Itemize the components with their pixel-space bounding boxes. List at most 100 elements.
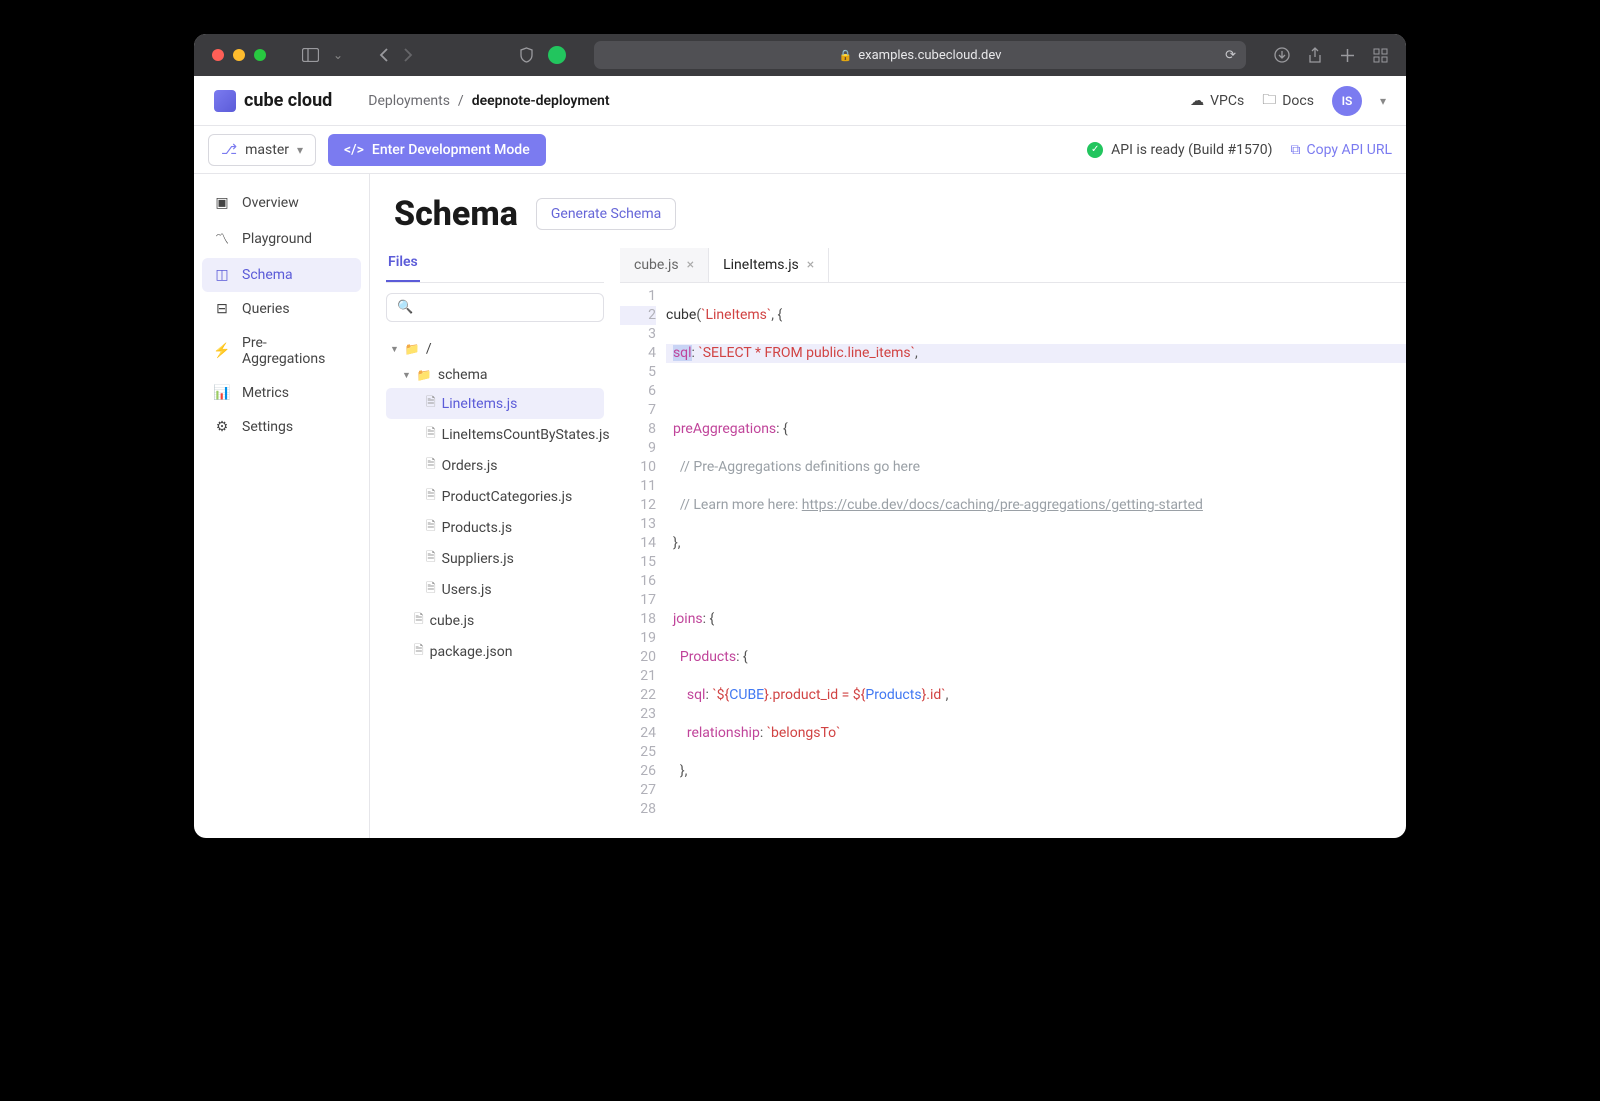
tabs-overview-icon[interactable] [1373, 48, 1388, 63]
gear-icon: ⚙ [214, 419, 230, 435]
code-lines: cube(`LineItems`, { sql: `SELECT * FROM … [666, 283, 1406, 838]
chevron-down-icon[interactable]: ⌄ [333, 48, 343, 62]
git-branch-icon: ⎇ [221, 142, 237, 158]
breadcrumb-separator: / [458, 93, 464, 109]
nav-overview[interactable]: ▣Overview [202, 186, 361, 220]
nav-preagg[interactable]: ⚡Pre-Aggregations [202, 326, 361, 376]
copy-label: Copy API URL [1307, 142, 1392, 158]
triangle-down-icon: ▼ [390, 344, 399, 355]
api-status: ✓ API is ready (Build #1570) [1087, 142, 1272, 158]
sidebar-nav: ▣Overview 〽Playground ◫Schema ⊟Queries ⚡… [194, 174, 370, 838]
back-button[interactable] [379, 48, 389, 62]
file-icon: 🗎 [414, 641, 424, 662]
search-icon: 🔍 [397, 300, 413, 315]
breadcrumb: Deployments / deepnote-deployment [368, 93, 609, 109]
nav-schema[interactable]: ◫Schema [202, 258, 361, 292]
code-icon: </> [344, 142, 364, 158]
reload-icon[interactable]: ⟳ [1225, 48, 1236, 63]
file-icon: 🗎 [414, 610, 424, 631]
tree-file-productcategories[interactable]: 🗎ProductCategories.js [386, 481, 604, 512]
dev-mode-label: Enter Development Mode [372, 142, 530, 158]
tab-lineitems[interactable]: LineItems.js× [709, 248, 829, 282]
code-area[interactable]: 1234567891011121314151617181920212223242… [620, 283, 1406, 838]
status-text: API is ready (Build #1570) [1111, 142, 1272, 158]
files-panel: Files 🔍 ▼📁/ ▼📁schema 🗎LineItems.js 🗎Line… [370, 248, 620, 838]
tree-file-cube[interactable]: 🗎cube.js [386, 605, 604, 636]
tree-file-suppliers[interactable]: 🗎Suppliers.js [386, 543, 604, 574]
address-bar[interactable]: 🔒 examples.cubecloud.dev ⟳ [594, 41, 1246, 69]
tree-file-package[interactable]: 🗎package.json [386, 636, 604, 667]
toolbar: ⎇ master ▾ </> Enter Development Mode ✓ … [194, 126, 1406, 174]
queries-icon: ⊟ [214, 301, 230, 317]
avatar[interactable]: IS [1332, 86, 1362, 116]
metrics-icon: 📊 [214, 385, 230, 401]
folder-icon: 📁 [405, 342, 420, 356]
playground-icon: 〽 [214, 229, 230, 249]
user-menu-chevron-icon[interactable]: ▾ [1380, 94, 1386, 108]
line-gutter: 1234567891011121314151617181920212223242… [620, 283, 666, 838]
vpcs-label: VPCs [1210, 93, 1244, 109]
overview-icon: ▣ [214, 195, 230, 211]
tree-file-lineitems[interactable]: 🗎LineItems.js [386, 388, 604, 419]
close-tab-icon[interactable]: × [807, 257, 814, 273]
tree-file-lineitemscount[interactable]: 🗎LineItemsCountByStates.js [386, 419, 604, 450]
breadcrumb-root[interactable]: Deployments [368, 93, 450, 109]
browser-window: ⌄ 🔒 examples.cubecloud.dev ⟳ cube cloud [194, 34, 1406, 838]
lock-icon: 🔒 [839, 49, 853, 62]
copy-icon: ⧉ [1291, 142, 1301, 158]
chevron-down-icon: ▾ [297, 143, 303, 157]
file-icon: 🗎 [426, 393, 436, 414]
minimize-window-button[interactable] [233, 49, 245, 61]
tree-file-users[interactable]: 🗎Users.js [386, 574, 604, 605]
new-tab-icon[interactable] [1340, 48, 1355, 63]
nav-settings[interactable]: ⚙Settings [202, 410, 361, 444]
tree-root[interactable]: ▼📁/ [386, 336, 604, 362]
editor-tabs: cube.js× LineItems.js× [620, 248, 1406, 283]
logo-cube-icon [214, 90, 236, 112]
file-icon: 🗎 [426, 517, 436, 538]
url-text: examples.cubecloud.dev [858, 48, 1001, 63]
downloads-icon[interactable] [1274, 47, 1290, 63]
file-icon: 🗎 [426, 548, 436, 569]
breadcrumb-current[interactable]: deepnote-deployment [472, 93, 610, 109]
tree-file-products[interactable]: 🗎Products.js [386, 512, 604, 543]
triangle-down-icon: ▼ [402, 370, 411, 381]
generate-schema-button[interactable]: Generate Schema [536, 198, 676, 230]
close-window-button[interactable] [212, 49, 224, 61]
file-search-input[interactable]: 🔍 [386, 293, 604, 322]
bolt-icon: ⚡ [214, 343, 230, 359]
status-ok-icon: ✓ [1087, 142, 1103, 158]
branch-name: master [245, 142, 289, 158]
shield-icon[interactable] [519, 47, 534, 63]
nav-playground[interactable]: 〽Playground [202, 220, 361, 258]
file-icon: 🗎 [426, 579, 436, 600]
folder-icon: 📁 [417, 368, 432, 382]
logo[interactable]: cube cloud [214, 90, 332, 112]
tab-cube[interactable]: cube.js× [620, 248, 709, 282]
share-icon[interactable] [1308, 47, 1322, 64]
maximize-window-button[interactable] [254, 49, 266, 61]
forward-button[interactable] [403, 48, 413, 62]
extension-icon[interactable] [548, 46, 566, 64]
app-header: cube cloud Deployments / deepnote-deploy… [194, 76, 1406, 126]
cloud-icon: ☁ [1190, 93, 1204, 109]
branch-selector[interactable]: ⎇ master ▾ [208, 134, 316, 166]
tree-folder-schema[interactable]: ▼📁schema [386, 362, 604, 388]
page-header: Schema Generate Schema [370, 174, 1406, 248]
logo-text: cube cloud [244, 90, 332, 111]
docs-label: Docs [1282, 93, 1314, 109]
vpcs-link[interactable]: ☁ VPCs [1190, 93, 1244, 109]
close-tab-icon[interactable]: × [687, 257, 694, 273]
docs-link[interactable]: 🗀 Docs [1262, 89, 1314, 113]
nav-queries[interactable]: ⊟Queries [202, 292, 361, 326]
nav-metrics[interactable]: 📊Metrics [202, 376, 361, 410]
files-tab[interactable]: Files [386, 248, 420, 282]
file-icon: 🗎 [426, 424, 436, 445]
enter-dev-mode-button[interactable]: </> Enter Development Mode [328, 134, 546, 166]
file-tree: ▼📁/ ▼📁schema 🗎LineItems.js 🗎LineItemsCou… [386, 336, 604, 667]
sidebar-toggle-icon[interactable] [302, 48, 319, 62]
file-icon: 🗎 [426, 455, 436, 476]
tree-file-orders[interactable]: 🗎Orders.js [386, 450, 604, 481]
copy-api-url-button[interactable]: ⧉ Copy API URL [1291, 142, 1392, 158]
page-title: Schema [394, 194, 518, 234]
